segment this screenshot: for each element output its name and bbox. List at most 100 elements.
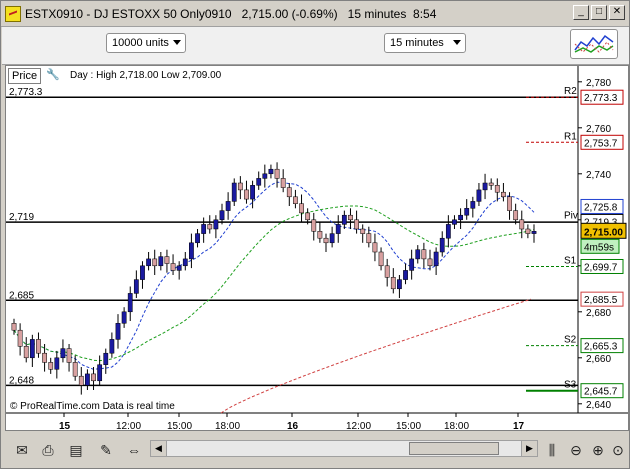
candle-up [439, 237, 445, 253]
candle-up [445, 224, 451, 239]
chart-scrollbar[interactable]: ◀ ▶ [150, 440, 538, 457]
candle-up [464, 208, 470, 216]
pivot-tag-value: 2,699.7 [584, 262, 618, 273]
y-tick-label: 2,640 [586, 400, 611, 411]
candle-down [384, 265, 390, 278]
candle-down [48, 362, 54, 370]
bottom-toolbar: ✉ ⎙ ▤ ✎ ⇔ ◀ ▶ ⫼ ⊖ ⊕ ⊙ [2, 434, 629, 468]
candle-down [348, 214, 353, 221]
zoom-fit-icon[interactable]: ⇔ [124, 441, 144, 459]
candle-up [470, 201, 476, 209]
pivot-tag-value: 2,665.3 [584, 342, 618, 353]
app-chart-icon [5, 6, 21, 22]
countdown-value: 4m59s [584, 242, 614, 253]
candle-up [195, 233, 200, 244]
ma-tag-value: 2,725.8 [584, 202, 618, 213]
candle-down [494, 185, 500, 193]
pivot-name: R1 [564, 131, 577, 142]
price-tab[interactable]: Price [8, 68, 41, 84]
candle-up [268, 168, 274, 175]
candle-up [140, 265, 145, 280]
candle-up [115, 323, 121, 340]
candle-down [427, 258, 433, 267]
level-line-label: 2,719 [9, 212, 34, 223]
candle-up [256, 178, 262, 186]
ma-blue-line [13, 181, 535, 370]
chart-area[interactable]: 2,7802,7602,7402,7202,7002,6802,6602,640… [5, 65, 629, 431]
candle-down [11, 323, 17, 331]
candle-down [519, 219, 525, 230]
maximize-button[interactable]: □ [591, 5, 607, 20]
candle-down [421, 249, 427, 260]
minimize-button[interactable]: _ [573, 5, 589, 20]
candle-down [323, 237, 329, 244]
y-tick-label: 2,680 [586, 308, 611, 319]
x-tick-label: 16 [287, 421, 299, 430]
clock-time: 8:54 [413, 7, 437, 21]
candle-down [91, 373, 96, 382]
candle-down [390, 277, 396, 290]
window-title: ESTX0910 - DJ ESTOXX 50 Only0910 2,715.0… [25, 7, 436, 21]
scroll-right-button[interactable]: ▶ [521, 441, 537, 456]
interval-select[interactable]: 15 minutes [384, 33, 466, 53]
candle-down [513, 210, 519, 221]
candle-up [213, 219, 219, 230]
candle-down [360, 228, 366, 234]
candle-up [409, 258, 415, 271]
candle-down [286, 187, 292, 198]
zoom-out-icon[interactable]: ⊖ [566, 441, 586, 459]
candle-up [103, 352, 109, 365]
y-tick-label: 2,660 [586, 354, 611, 365]
candle-type-icon[interactable]: ⫼ [542, 441, 562, 459]
close-button[interactable]: ✕ [609, 5, 625, 20]
drawing-icon[interactable]: ✎ [96, 441, 116, 459]
scroll-left-button[interactable]: ◀ [151, 441, 167, 456]
candle-up [176, 265, 182, 271]
candle-up [341, 214, 347, 225]
candle-down [372, 242, 378, 253]
units-select[interactable]: 10000 units [106, 33, 186, 53]
candle-up [97, 364, 103, 382]
candle-up [403, 270, 408, 280]
candle-up [231, 182, 237, 202]
indicators-icon [574, 34, 614, 53]
y-tick-label: 2,740 [586, 170, 611, 181]
y-tick-label: 2,780 [586, 78, 611, 89]
candle-up [329, 233, 335, 244]
candle-up [262, 173, 268, 179]
candle-up [201, 224, 207, 234]
scroll-thumb[interactable] [409, 442, 499, 455]
instrument-name: ESTX0910 - DJ ESTOXX 50 Only0910 [25, 7, 232, 21]
candle-down [23, 346, 29, 359]
x-tick-label: 12:00 [346, 421, 371, 430]
x-tick-label: 15:00 [167, 421, 192, 430]
level-line-label: 2,773.3 [9, 87, 43, 98]
ma-tag-value: 2,685.5 [584, 295, 618, 306]
candle-up [397, 279, 402, 290]
level-line-label: 2,648 [9, 375, 34, 386]
zoom-in-icon[interactable]: ⊕ [588, 441, 608, 459]
candle-down [525, 228, 531, 234]
candle-up [219, 210, 225, 221]
mail-icon[interactable]: ✉ [12, 441, 32, 459]
x-tick-label: 12:00 [116, 421, 141, 430]
export-icon[interactable]: ▤ [66, 441, 86, 459]
toolbar: 10000 units 15 minutes [2, 27, 629, 65]
candle-up [127, 293, 133, 313]
ma-green-line [13, 205, 535, 362]
chevron-down-icon [453, 40, 461, 45]
level-line-label: 2,685 [9, 290, 34, 301]
wrench-icon[interactable]: 🔧 [44, 68, 62, 84]
candle-down [488, 182, 494, 186]
candle-down [366, 233, 372, 244]
candle-down [311, 219, 317, 232]
indicators-button[interactable] [570, 29, 618, 59]
zoom-reset-icon[interactable]: ⊙ [608, 441, 628, 459]
print-icon[interactable]: ⎙ [38, 441, 58, 459]
x-tick-label: 17 [513, 421, 525, 430]
x-tick-label: 18:00 [215, 421, 240, 430]
candle-up [433, 251, 439, 267]
price-chart[interactable]: 2,7802,7602,7402,7202,7002,6802,6602,640… [6, 66, 628, 430]
x-tick-label: 15 [59, 421, 71, 430]
candle-up [189, 242, 194, 260]
